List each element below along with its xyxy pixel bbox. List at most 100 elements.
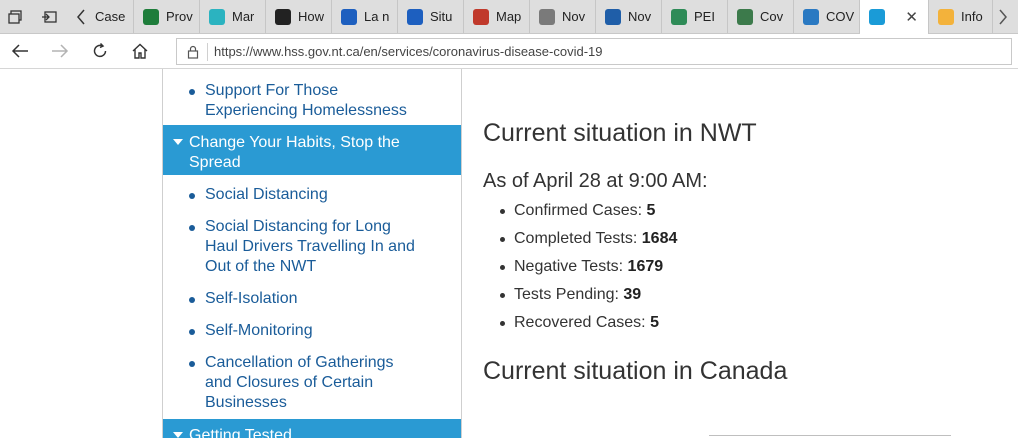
as-of-date: As of April 28 at 9:00 AM: [483,170,708,192]
sidebar-section-label[interactable]: Getting Tested [189,427,292,438]
sidebar-item-label[interactable]: Self-Monitoring [205,322,313,339]
browser-tab[interactable]: How [266,0,332,33]
close-tab-icon[interactable]: ✕ [905,8,918,26]
sun-icon [938,8,954,25]
tab-title[interactable]: COV [826,9,854,24]
pen-icon [473,8,489,25]
stat-label: Negative Tests: [514,258,628,275]
stat-tests-pending: Tests Pending: 39 [500,286,642,304]
browser-tab[interactable]: La n [332,0,398,33]
stat-value: 1684 [641,230,678,247]
sidebar-item-label[interactable]: Support For Those Experiencing Homelessn… [205,82,407,119]
sidebar-section-label[interactable]: Change Your Habits, Stop the Spread [189,134,400,171]
tab-title[interactable]: Case [95,9,125,24]
url-divider [207,42,208,61]
stat-label: Completed Tests: [514,230,642,247]
stat-label: Recovered Cases: [514,314,651,331]
set-tabs-aside-icon[interactable] [34,0,64,33]
browser-tab[interactable]: Nov [530,0,596,33]
sidebar-section-getting-tested[interactable]: Getting Tested [163,419,461,438]
bullet-icon [189,193,195,199]
sidebar-item-self-isolation[interactable]: Self-Isolation [163,289,461,309]
browser-tab[interactable]: Prov [134,0,200,33]
sidebar-item-social-distancing[interactable]: Social Distancing [163,185,461,205]
forward-icon[interactable] [46,37,74,65]
envelope-icon [539,8,555,25]
tab-title[interactable]: Nov [562,9,585,24]
stat-value: 5 [646,202,656,219]
home-icon[interactable] [126,37,154,65]
bullet-icon [189,297,195,303]
tab-title[interactable]: Nov [628,9,651,24]
tab-title[interactable]: Mar [232,9,254,24]
stat-value: 39 [623,286,642,303]
tab-title[interactable]: Prov [166,9,193,24]
sidebar-item-label[interactable]: Social Distancing [205,186,328,203]
bullet-icon [500,209,505,214]
scroll-tabs-left-icon[interactable] [66,0,96,33]
navigation-bar: https://www.hss.gov.nt.ca/en/services/co… [0,34,1018,69]
stat-label: Confirmed Cases: [514,202,647,219]
sidebar-item-long-haul-drivers[interactable]: Social Distancing for Long Haul Drivers … [163,217,461,277]
tab-title[interactable]: Cov [760,9,783,24]
browser-tab[interactable]: ✕ [860,0,929,34]
browser-tab[interactable]: Info [929,0,993,33]
circle-logo-icon [803,8,819,25]
tab-title[interactable]: La n [364,9,389,24]
heading-current-situation-nwt: Current situation in NWT [483,119,757,147]
scroll-tabs-right-icon[interactable] [988,0,1018,33]
tab-title[interactable]: Situ [430,9,452,24]
bullet-icon [189,225,195,231]
browser-tab[interactable]: Mar [200,0,266,33]
browser-tab[interactable]: PEI [662,0,728,33]
url-text[interactable]: https://www.hss.gov.nt.ca/en/services/co… [214,44,602,59]
refresh-icon[interactable] [86,37,114,65]
bullet-icon [500,265,505,270]
back-icon[interactable] [6,37,34,65]
stat-recovered-cases: Recovered Cases: 5 [500,314,659,332]
pei-logo-icon [671,8,687,25]
heading-current-situation-canada: Current situation in Canada [483,357,788,385]
lock-icon[interactable] [183,45,203,59]
stat-negative-tests: Negative Tests: 1679 [500,258,664,276]
map-icon [209,8,225,25]
browser-tab[interactable]: COV [794,0,860,33]
sidebar-item-gatherings[interactable]: Cancellation of Gatherings and Closures … [163,353,461,413]
bullet-icon [189,89,195,95]
nova-scotia-flag-icon [605,8,621,25]
sidebar-item-label[interactable]: Social Distancing for Long Haul Drivers … [205,218,415,275]
browser-tab[interactable]: Map [464,0,530,33]
browser-tab[interactable]: Cov [728,0,794,33]
sidebar-item-self-monitoring[interactable]: Self-Monitoring [163,321,461,341]
quebec-flag-icon [407,8,423,25]
stat-confirmed-cases: Confirmed Cases: 5 [500,202,656,220]
sidebar-navigation: Support For Those Experiencing Homelessn… [162,69,462,438]
stat-value: 5 [650,314,659,331]
globe-icon [737,8,753,25]
browser-tab[interactable]: Situ [398,0,464,33]
tab-title[interactable]: How [298,9,324,24]
bullet-icon [189,329,195,335]
sidebar-item-label[interactable]: Cancellation of Gatherings and Closures … [205,354,394,411]
divider [709,435,951,436]
bullet-icon [500,321,505,326]
tab-title[interactable]: Map [496,9,521,24]
page-margin [0,69,162,438]
stat-value: 1679 [627,258,664,275]
browser-tab[interactable]: Case [95,0,134,33]
bullet-icon [500,293,505,298]
expand-triangle-icon [173,432,183,438]
tab-actions-icon[interactable] [0,0,30,33]
tab-title[interactable]: PEI [694,9,715,24]
sidebar-section-change-habits[interactable]: Change Your Habits, Stop the Spread [163,125,461,175]
bullet-icon [500,237,505,242]
sidebar-item-label[interactable]: Self-Isolation [205,290,298,307]
tab-strip: Case Prov Mar How La n Situ Map Nov Nov PEI Cov COV… [0,0,1018,34]
address-bar[interactable]: https://www.hss.gov.nt.ca/en/services/co… [176,38,1012,65]
main-content: Current situation in NWT As of April 28 … [463,69,1018,438]
tab-title[interactable]: Info [961,9,983,24]
sidebar-item-homelessness[interactable]: Support For Those Experiencing Homelessn… [163,81,461,121]
bullet-icon [189,361,195,367]
browser-tab[interactable]: Nov [596,0,662,33]
stat-completed-tests: Completed Tests: 1684 [500,230,678,248]
